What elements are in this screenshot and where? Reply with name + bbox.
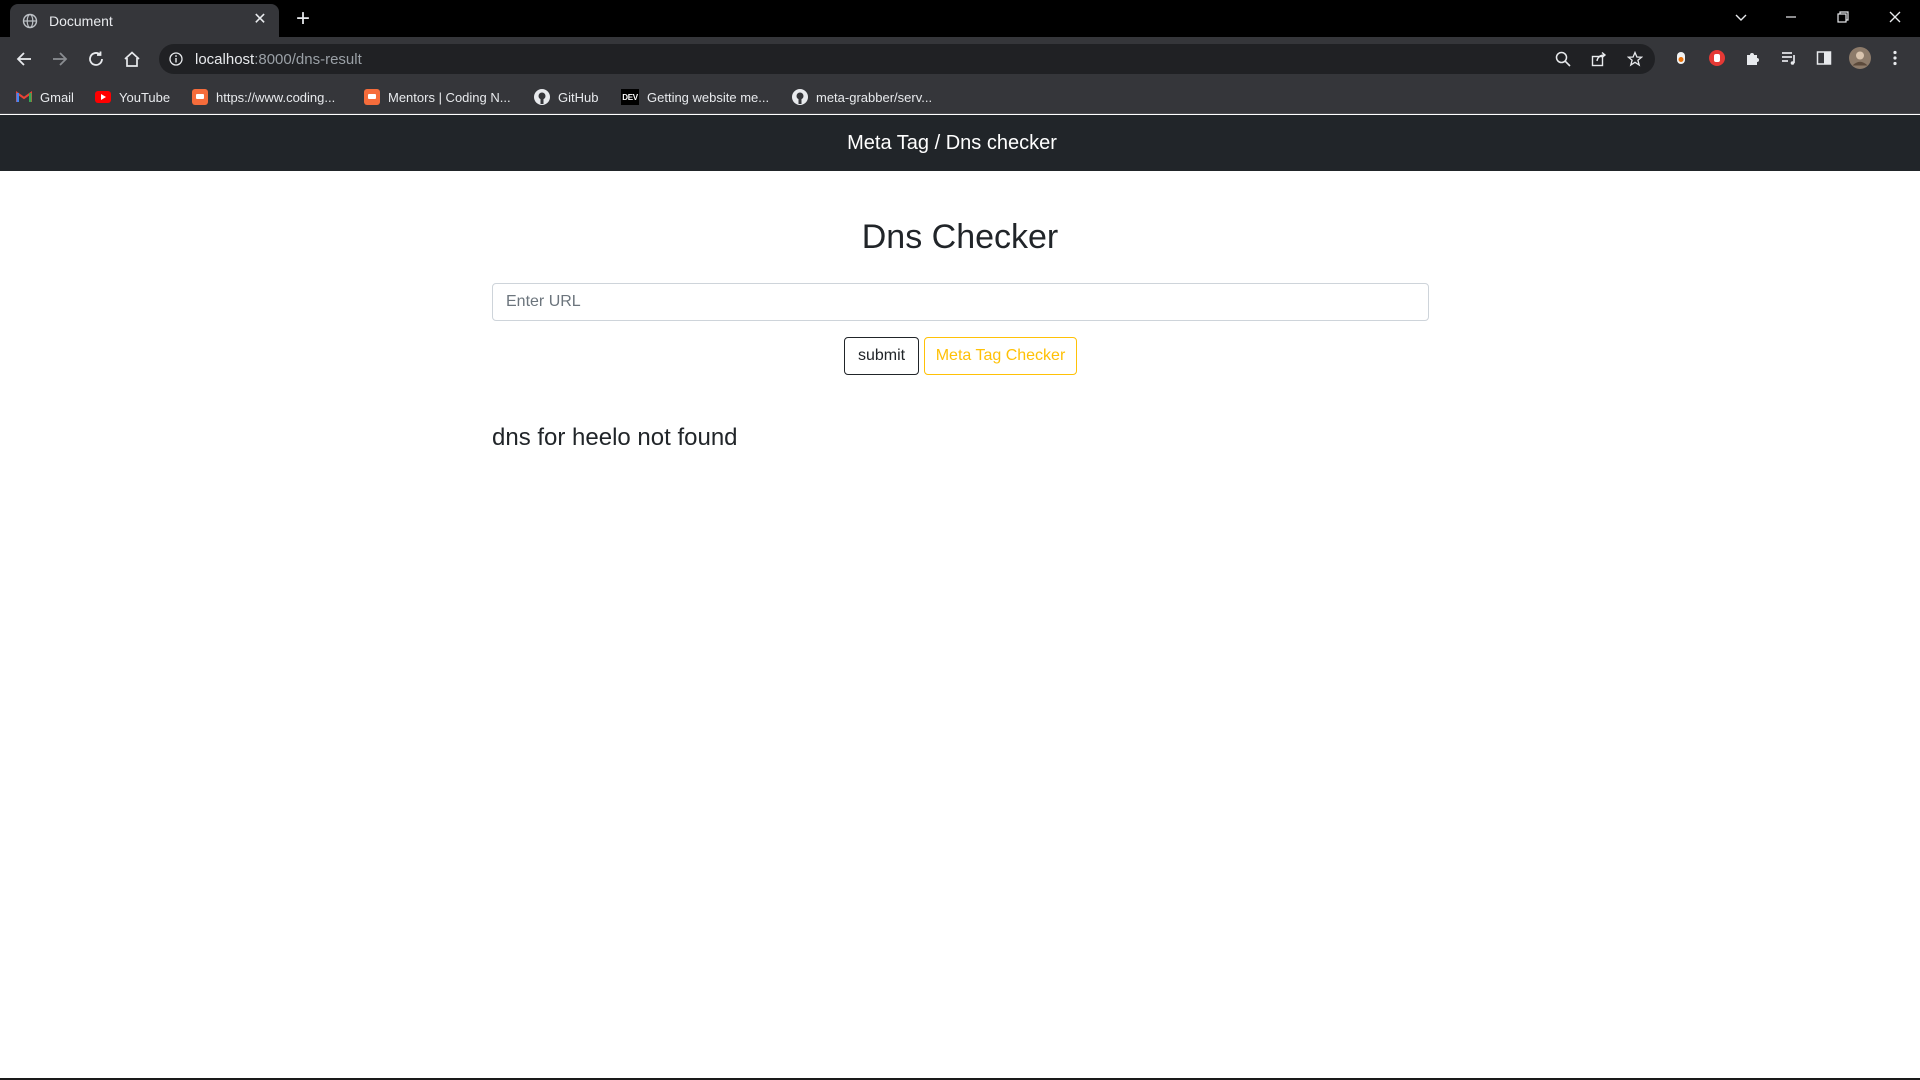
adblock-icon[interactable] bbox=[1706, 47, 1728, 69]
coding-ninjas-icon bbox=[364, 89, 380, 105]
youtube-icon bbox=[95, 89, 111, 105]
zoom-icon[interactable] bbox=[1554, 50, 1572, 68]
minimize-icon[interactable] bbox=[1768, 0, 1814, 34]
address-bar[interactable]: localhost:8000/dns-result bbox=[159, 44, 1655, 74]
home-icon[interactable] bbox=[119, 46, 145, 72]
bookmark-label: meta-grabber/serv... bbox=[816, 89, 933, 105]
tab-strip: Document ✕ + bbox=[0, 0, 1920, 37]
bookmark-mentors[interactable]: Mentors | Coding N... bbox=[364, 87, 511, 107]
new-tab-icon[interactable]: + bbox=[290, 6, 316, 32]
github-icon bbox=[792, 89, 808, 105]
bookmark-github[interactable]: GitHub bbox=[534, 87, 598, 107]
submit-button[interactable]: submit bbox=[844, 337, 919, 375]
globe-icon bbox=[22, 13, 38, 29]
bookmark-label: https://www.coding... bbox=[216, 89, 336, 105]
close-window-icon[interactable] bbox=[1872, 0, 1918, 34]
bookmark-label: GitHub bbox=[558, 89, 599, 105]
browser-tab[interactable]: Document ✕ bbox=[10, 4, 279, 37]
bookmarks-bar: Gmail YouTube https://www.coding... Ment… bbox=[0, 80, 1920, 114]
bookmark-label: Gmail bbox=[40, 89, 74, 105]
browser-toolbar: localhost:8000/dns-result bbox=[0, 37, 1920, 80]
gmail-icon bbox=[16, 89, 32, 105]
meta-tag-checker-button[interactable]: Meta Tag Checker bbox=[924, 337, 1077, 375]
page-viewport: Meta Tag / Dns checker Dns Checker submi… bbox=[0, 115, 1920, 1078]
menu-kebab-icon[interactable] bbox=[1884, 47, 1906, 69]
tab-title: Document bbox=[49, 13, 113, 29]
side-panel-icon[interactable] bbox=[1813, 47, 1835, 69]
reload-icon[interactable] bbox=[83, 46, 109, 72]
dev-icon: DEV bbox=[621, 89, 639, 105]
extensions-puzzle-icon[interactable] bbox=[1742, 47, 1764, 69]
restore-icon[interactable] bbox=[1820, 0, 1866, 34]
url-input[interactable] bbox=[492, 283, 1429, 321]
navbar-brand[interactable]: Meta Tag / Dns checker bbox=[0, 115, 1904, 171]
back-icon[interactable] bbox=[11, 46, 37, 72]
share-icon[interactable] bbox=[1590, 50, 1608, 68]
coding-ninjas-icon bbox=[192, 89, 208, 105]
bookmark-meta-grabber[interactable]: meta-grabber/serv... bbox=[792, 87, 932, 107]
tab-search-icon[interactable] bbox=[1718, 0, 1764, 34]
extension-icon[interactable] bbox=[1670, 47, 1692, 69]
bookmark-label: YouTube bbox=[119, 89, 171, 105]
bookmark-youtube[interactable]: YouTube bbox=[95, 87, 170, 107]
page-title: Dns Checker bbox=[861, 218, 1059, 256]
bookmark-star-icon[interactable] bbox=[1626, 50, 1644, 68]
bookmark-coding-ninjas[interactable]: https://www.coding... bbox=[192, 87, 335, 107]
media-queue-icon[interactable] bbox=[1778, 47, 1800, 69]
site-info-icon[interactable] bbox=[169, 52, 183, 66]
bookmark-dev[interactable]: DEV Getting website me... bbox=[621, 87, 769, 107]
close-tab-icon[interactable]: ✕ bbox=[250, 10, 270, 30]
forward-icon[interactable] bbox=[47, 46, 73, 72]
url-path: :8000/dns-result bbox=[254, 51, 362, 68]
site-navbar: Meta Tag / Dns checker bbox=[0, 115, 1920, 171]
github-icon bbox=[534, 89, 550, 105]
bookmark-gmail[interactable]: Gmail bbox=[16, 87, 74, 107]
bookmark-label: Getting website me... bbox=[647, 89, 770, 105]
profile-avatar-icon[interactable] bbox=[1849, 47, 1871, 69]
url-text: localhost:8000/dns-result bbox=[195, 51, 362, 68]
bookmark-label: Mentors | Coding N... bbox=[388, 89, 511, 105]
dns-result-message: dns for heelo not found bbox=[492, 424, 738, 451]
url-host: localhost bbox=[195, 51, 255, 68]
